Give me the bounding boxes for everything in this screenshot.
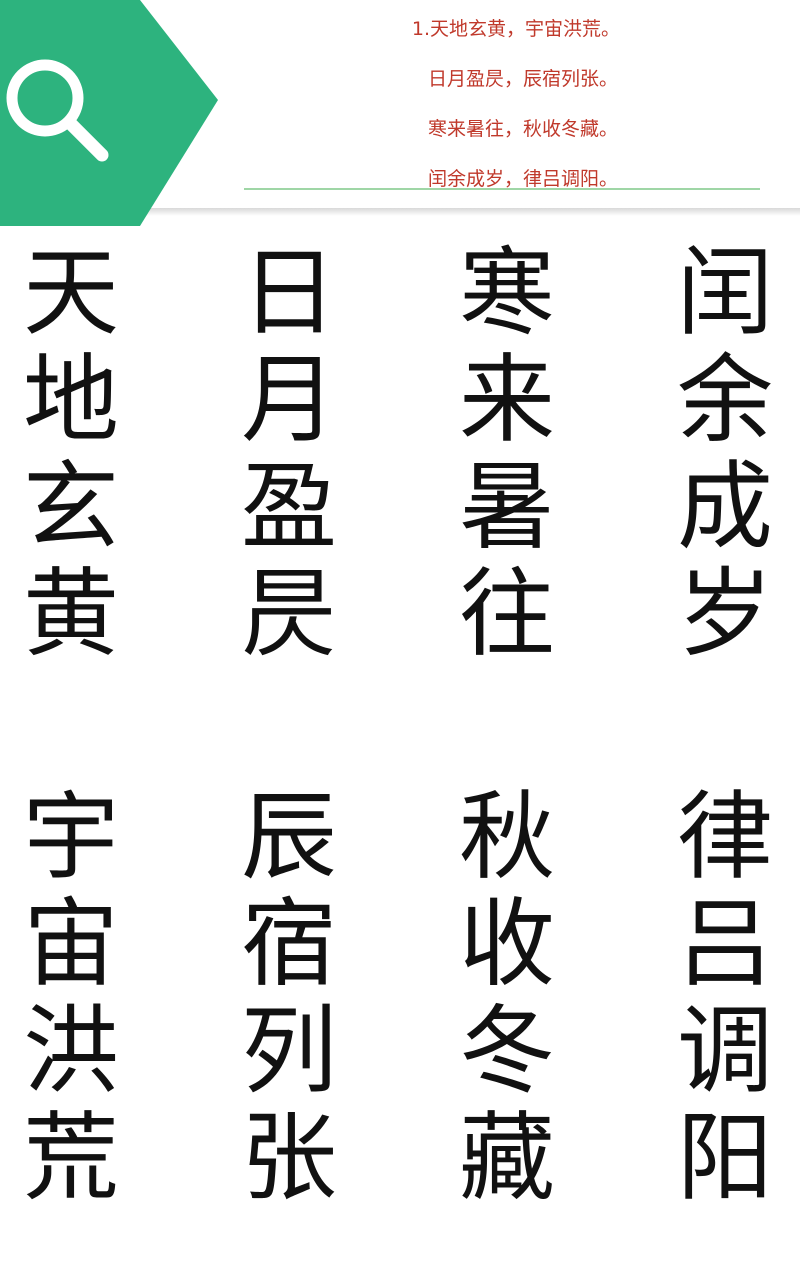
seal-character: 荒 bbox=[23, 1102, 119, 1214]
poem-line: 1.天地玄黄，宇宙洪荒。 bbox=[411, 18, 620, 40]
seal-character: 收 bbox=[459, 888, 555, 1000]
poem-text: 1.天地玄黄，宇宙洪荒。 日月盈昃，辰宿列张。 寒来暑往，秋收冬藏。 闰余成岁，… bbox=[244, 10, 760, 210]
seal-character: 秋 bbox=[459, 781, 555, 893]
seal-character: 列 bbox=[241, 995, 337, 1107]
seal-character: 往 bbox=[459, 558, 555, 670]
seal-column: 天 地 玄 黄 bbox=[16, 240, 126, 668]
seal-character: 黄 bbox=[23, 558, 119, 670]
seal-character: 律 bbox=[677, 781, 773, 893]
seal-character: 宇 bbox=[23, 781, 119, 893]
seal-column: 宇 宙 洪 荒 bbox=[16, 784, 126, 1212]
seal-character: 宙 bbox=[23, 888, 119, 1000]
poem-line: 闰余成岁，律吕调阳。 bbox=[427, 168, 618, 190]
search-button[interactable] bbox=[0, 0, 220, 226]
seal-character: 日 bbox=[241, 237, 337, 349]
seal-character: 冬 bbox=[459, 995, 555, 1107]
seal-character: 暑 bbox=[459, 451, 555, 563]
seal-character: 吕 bbox=[677, 888, 773, 1000]
seal-character: 辰 bbox=[241, 781, 337, 893]
seal-character: 阳 bbox=[677, 1102, 773, 1214]
seal-character: 来 bbox=[459, 344, 555, 456]
seal-character: 玄 bbox=[23, 451, 119, 563]
seal-character: 调 bbox=[677, 995, 773, 1107]
seal-character: 余 bbox=[677, 344, 773, 456]
seal-character: 洪 bbox=[23, 995, 119, 1107]
search-icon bbox=[0, 0, 218, 226]
seal-column: 辰 宿 列 张 bbox=[234, 784, 344, 1212]
seal-character: 盈 bbox=[241, 451, 337, 563]
seal-script-grid: 天 地 玄 黄 日 月 盈 昃 寒 来 暑 往 闰 余 成 岁 宇 宙 洪 荒 … bbox=[0, 232, 800, 1232]
seal-character: 藏 bbox=[459, 1102, 555, 1214]
seal-character: 岁 bbox=[677, 558, 773, 670]
seal-character: 张 bbox=[241, 1102, 337, 1214]
seal-character: 昃 bbox=[241, 558, 337, 670]
poem-line: 日月盈昃，辰宿列张。 bbox=[427, 68, 618, 90]
seal-column: 秋 收 冬 藏 bbox=[452, 784, 562, 1212]
seal-column: 日 月 盈 昃 bbox=[234, 240, 344, 668]
seal-column: 律 吕 调 阳 bbox=[670, 784, 780, 1212]
seal-character: 成 bbox=[677, 451, 773, 563]
seal-character: 寒 bbox=[459, 237, 555, 349]
seal-character: 闰 bbox=[677, 237, 773, 349]
seal-character: 宿 bbox=[241, 888, 337, 1000]
seal-column: 闰 余 成 岁 bbox=[670, 240, 780, 668]
seal-character: 月 bbox=[241, 344, 337, 456]
seal-character: 天 bbox=[23, 237, 119, 349]
poem-divider bbox=[244, 188, 760, 190]
seal-column: 寒 来 暑 往 bbox=[452, 240, 562, 668]
seal-character: 地 bbox=[23, 344, 119, 456]
poem-line: 寒来暑往，秋收冬藏。 bbox=[427, 118, 618, 140]
